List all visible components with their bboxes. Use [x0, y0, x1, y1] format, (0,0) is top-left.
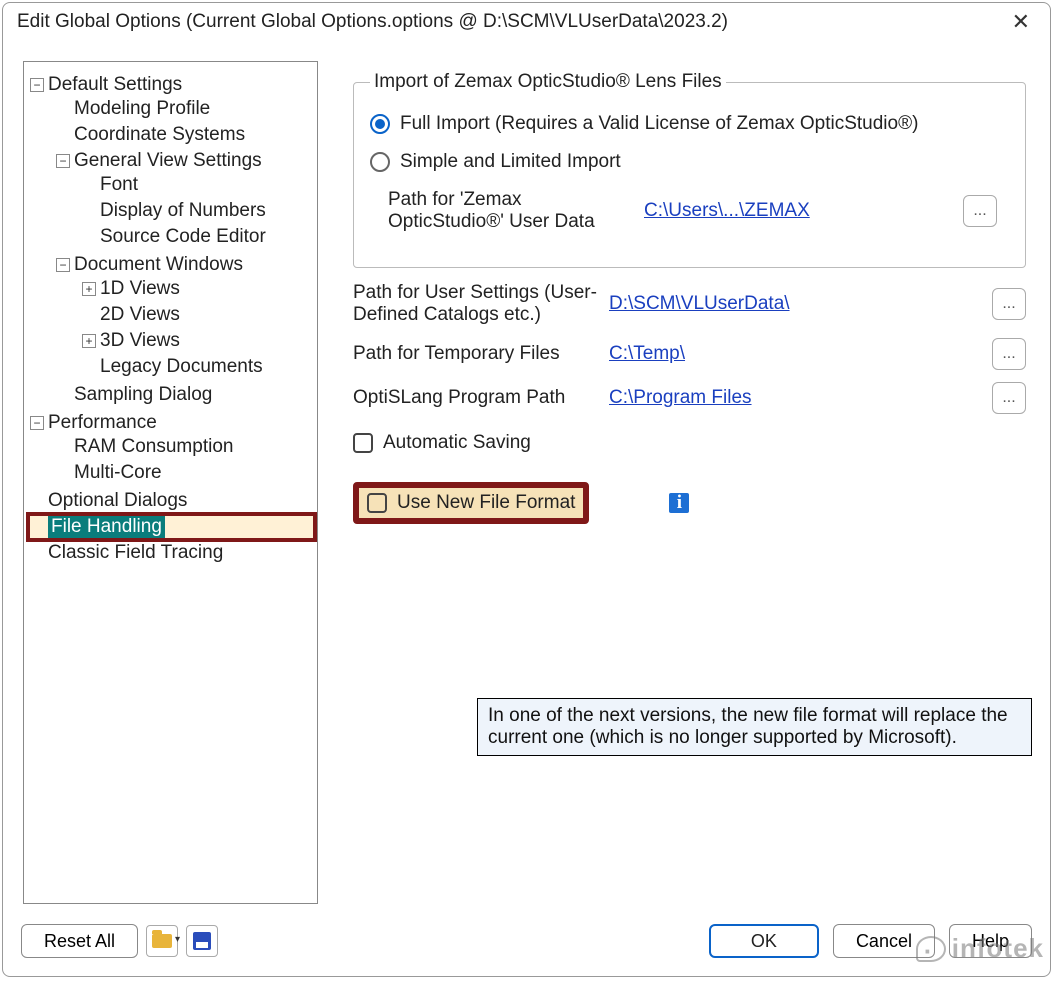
folder-icon	[152, 934, 172, 948]
dialog-footer: Reset All OK Cancel Help	[21, 920, 1032, 962]
browse-button[interactable]: ...	[992, 382, 1026, 414]
browse-button[interactable]: ...	[963, 195, 997, 227]
browse-button[interactable]: ...	[992, 338, 1026, 370]
tree-item-modeling-profile[interactable]: Modeling Profile	[56, 98, 313, 120]
radio-full-import[interactable]: Full Import (Requires a Valid License of…	[370, 113, 1009, 135]
tree-label: Modeling Profile	[74, 98, 210, 120]
info-tooltip: In one of the next versions, the new fil…	[477, 698, 1032, 756]
path-label: Path for User Settings (User-Defined Cat…	[353, 282, 599, 326]
user-settings-path-link[interactable]: D:\SCM\VLUserData\	[609, 293, 982, 315]
tree-item-display-of-numbers[interactable]: Display of Numbers	[82, 200, 313, 222]
titlebar: Edit Global Options (Current Global Opti…	[3, 3, 1050, 39]
tree-label: 2D Views	[100, 304, 180, 326]
collapse-icon[interactable]: −	[56, 258, 70, 272]
tree-item-coordinate-systems[interactable]: Coordinate Systems	[56, 124, 313, 146]
radio-unselected-icon	[370, 152, 390, 172]
tree-label: Source Code Editor	[100, 226, 266, 248]
tree-item-general-view-settings[interactable]: −General View Settings	[56, 150, 313, 172]
content-area: − Default Settings Modeling Profile Coor…	[23, 61, 1038, 904]
expand-icon[interactable]: +	[82, 334, 96, 348]
new-file-format-checkbox[interactable]: Use New File Format	[353, 482, 589, 524]
cancel-button[interactable]: Cancel	[833, 924, 935, 958]
group-legend: Import of Zemax OpticStudio® Lens Files	[370, 71, 726, 93]
zemax-import-group: Import of Zemax OpticStudio® Lens Files …	[353, 71, 1026, 268]
tree-label: General View Settings	[74, 150, 262, 172]
tree-item-classic-field-tracing[interactable]: Classic Field Tracing	[30, 542, 313, 564]
path-label: Path for Temporary Files	[353, 343, 599, 365]
tree-item-performance[interactable]: −Performance	[30, 412, 313, 434]
tree-item-file-handling[interactable]: File Handling	[30, 516, 313, 538]
save-button[interactable]	[186, 925, 218, 957]
tree-item-multi-core[interactable]: Multi-Core	[56, 462, 313, 484]
dialog-title: Edit Global Options (Current Global Opti…	[17, 11, 728, 33]
tree-item-1d-views[interactable]: +1D Views	[82, 278, 313, 300]
tree-label: Legacy Documents	[100, 356, 263, 378]
tree-item-legacy-documents[interactable]: Legacy Documents	[82, 356, 313, 378]
info-icon[interactable]: i	[669, 493, 689, 513]
collapse-icon[interactable]: −	[30, 78, 44, 92]
save-icon	[193, 932, 211, 950]
temp-path-row: Path for Temporary Files C:\Temp\ ...	[353, 338, 1026, 370]
collapse-icon[interactable]: −	[30, 416, 44, 430]
collapse-icon[interactable]: −	[56, 154, 70, 168]
tree-item-sampling-dialog[interactable]: Sampling Dialog	[56, 384, 313, 406]
tree-item-2d-views[interactable]: 2D Views	[82, 304, 313, 326]
tree-label: File Handling	[48, 516, 165, 538]
tree-label: 1D Views	[100, 278, 180, 300]
checkbox-unchecked-icon	[367, 493, 387, 513]
tree-label: 3D Views	[100, 330, 180, 352]
dialog-window: Edit Global Options (Current Global Opti…	[2, 2, 1051, 977]
main-panel: Import of Zemax OpticStudio® Lens Files …	[335, 61, 1038, 904]
path-label: Path for 'Zemax OpticStudio®' User Data	[388, 189, 634, 233]
tree-item-document-windows[interactable]: −Document Windows	[56, 254, 313, 276]
optislang-path-row: OptiSLang Program Path C:\Program Files …	[353, 382, 1026, 414]
checkbox-unchecked-icon	[353, 433, 373, 453]
zemax-path-row: Path for 'Zemax OpticStudio®' User Data …	[388, 189, 997, 233]
tree-item-optional-dialogs[interactable]: Optional Dialogs	[30, 490, 313, 512]
tree-label: Sampling Dialog	[74, 384, 212, 406]
tree-label: Performance	[48, 412, 157, 434]
tree-label: Multi-Core	[74, 462, 162, 484]
optislang-path-link[interactable]: C:\Program Files	[609, 387, 982, 409]
reset-all-button[interactable]: Reset All	[21, 924, 138, 958]
help-button[interactable]: Help	[949, 924, 1032, 958]
tree-item-ram-consumption[interactable]: RAM Consumption	[56, 436, 313, 458]
tree-item-default-settings[interactable]: − Default Settings	[30, 74, 313, 96]
tree-item-3d-views[interactable]: +3D Views	[82, 330, 313, 352]
zemax-path-link[interactable]: C:\Users\...\ZEMAX	[644, 200, 953, 222]
user-settings-path-row: Path for User Settings (User-Defined Cat…	[353, 282, 1026, 326]
radio-selected-icon	[370, 114, 390, 134]
tree-item-font[interactable]: Font	[82, 174, 313, 196]
tree-label: Display of Numbers	[100, 200, 266, 222]
expand-icon[interactable]: +	[82, 282, 96, 296]
ok-button[interactable]: OK	[709, 924, 819, 958]
tree-label: RAM Consumption	[74, 436, 233, 458]
temp-path-link[interactable]: C:\Temp\	[609, 343, 982, 365]
path-label: OptiSLang Program Path	[353, 387, 599, 409]
browse-button[interactable]: ...	[992, 288, 1026, 320]
tree-label: Coordinate Systems	[74, 124, 245, 146]
new-file-format-row: Use New File Format i	[353, 482, 1026, 524]
tree-item-source-code-editor[interactable]: Source Code Editor	[82, 226, 313, 248]
settings-tree[interactable]: − Default Settings Modeling Profile Coor…	[23, 61, 318, 904]
radio-simple-import[interactable]: Simple and Limited Import	[370, 151, 1009, 173]
close-icon[interactable]: ✕	[1006, 9, 1036, 35]
radio-label: Full Import (Requires a Valid License of…	[400, 113, 918, 135]
tree-label: Default Settings	[48, 74, 182, 96]
tree-label: Font	[100, 174, 138, 196]
radio-label: Simple and Limited Import	[400, 151, 621, 173]
automatic-saving-checkbox[interactable]: Automatic Saving	[353, 432, 1026, 454]
checkbox-label: Use New File Format	[397, 492, 575, 514]
open-folder-button[interactable]	[146, 925, 178, 957]
tree-label: Optional Dialogs	[48, 490, 187, 512]
checkbox-label: Automatic Saving	[383, 432, 531, 454]
tree-label: Document Windows	[74, 254, 243, 276]
tree-label: Classic Field Tracing	[48, 542, 223, 564]
